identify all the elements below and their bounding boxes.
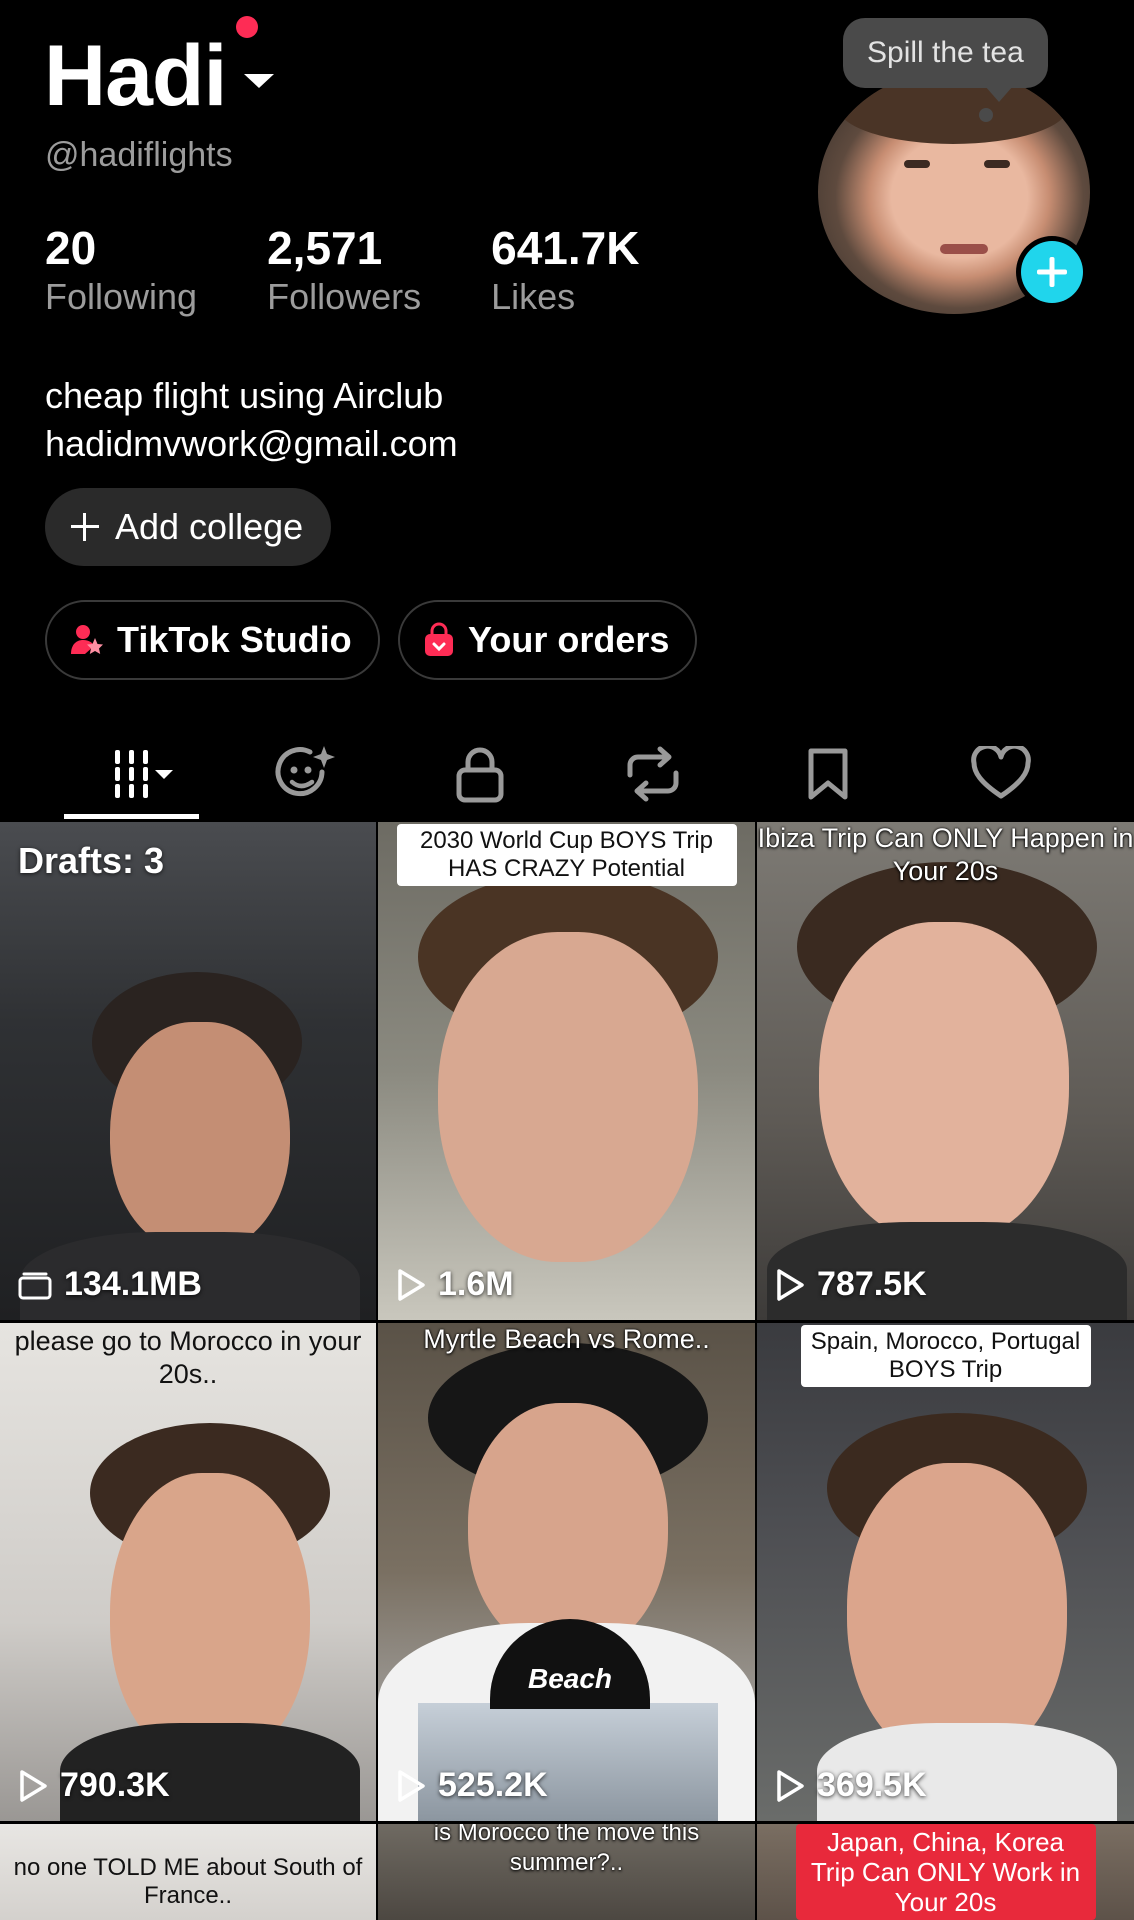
tab-reposts[interactable]	[603, 726, 703, 822]
thumb-face	[110, 1022, 290, 1252]
video-caption: no one TOLD ME about South of France..	[13, 1854, 363, 1909]
profile-name[interactable]: Hadi	[44, 26, 227, 126]
stat-likes-label: Likes	[491, 276, 576, 317]
video-tile[interactable]: is Morocco the move this summer?..	[378, 1824, 755, 1920]
thumb-face	[468, 1403, 668, 1653]
shopping-bag-icon	[425, 622, 453, 656]
drafts-label: Drafts: 3	[18, 840, 165, 881]
view-count-value: 790.3K	[60, 1766, 170, 1804]
video-caption: please go to Morocco in your 20s..	[14, 1326, 362, 1389]
video-tile[interactable]: Ibiza Trip Can ONLY Happen in Your 20s 7…	[757, 822, 1134, 1320]
tooltip-dot	[979, 108, 993, 122]
play-icon	[398, 1769, 425, 1802]
view-count-value: 369.5K	[817, 1766, 927, 1804]
view-count-value: 1.6M	[438, 1265, 514, 1303]
view-count-value: 787.5K	[817, 1265, 927, 1303]
video-caption-text: 2030 World Cup BOYS Trip HAS CRAZY Poten…	[396, 824, 737, 886]
tab-face[interactable]	[256, 726, 356, 822]
grid-icon	[114, 750, 173, 798]
bookmark-icon	[808, 748, 848, 800]
video-caption: Spain, Morocco, Portugal BOYS Trip	[757, 1325, 1134, 1387]
draft-size-value: 134.1MB	[64, 1265, 202, 1303]
profile-name-row[interactable]: Hadi	[44, 26, 275, 126]
profile-tabs	[0, 726, 1134, 822]
view-count-value: 525.2K	[438, 1766, 548, 1804]
avatar-container[interactable]	[818, 70, 1090, 314]
video-tile[interactable]: 2030 World Cup BOYS Trip HAS CRAZY Poten…	[378, 822, 755, 1320]
video-tile[interactable]: Japan, China, Korea Trip Can ONLY Work i…	[757, 1824, 1134, 1920]
stat-following[interactable]: 20 Following	[45, 222, 197, 320]
video-caption: Japan, China, Korea Trip Can ONLY Work i…	[757, 1824, 1134, 1920]
stat-following-label: Following	[45, 276, 198, 317]
add-story-button[interactable]	[1016, 236, 1088, 308]
play-icon	[777, 1769, 804, 1802]
profile-stats: 20 Following 2,571 Followers 641.7K Like…	[45, 222, 709, 320]
stat-followers-value: 2,571	[267, 222, 383, 274]
play-icon	[20, 1769, 47, 1802]
lock-icon	[456, 747, 504, 803]
profile-handle: @hadiflights	[45, 136, 233, 174]
bio-email[interactable]: hadidmvwork@gmail.com	[45, 420, 458, 468]
tab-favorites[interactable]	[778, 726, 878, 822]
view-count: 369.5K	[775, 1766, 927, 1805]
video-tile[interactable]: no one TOLD ME about South of France..	[0, 1824, 376, 1920]
profile-bio: cheap flight using Airclub hadidmvwork@g…	[45, 372, 458, 468]
active-tab-indicator	[64, 814, 199, 819]
drafts-tile[interactable]: Drafts: 3 134.1MB	[0, 822, 376, 1320]
face-sparkle-icon	[275, 746, 335, 797]
studio-icon	[71, 625, 103, 654]
video-caption-text: Spain, Morocco, Portugal BOYS Trip	[800, 1325, 1091, 1387]
tab-liked[interactable]	[951, 726, 1051, 822]
view-count: 525.2K	[396, 1766, 548, 1805]
video-caption-text: Japan, China, Korea Trip Can ONLY Work i…	[795, 1824, 1096, 1920]
thumb-face	[110, 1473, 310, 1763]
video-caption: Ibiza Trip Can ONLY Happen in Your 20s	[757, 823, 1134, 886]
heart-icon	[971, 746, 1031, 799]
studio-label: TikTok Studio	[117, 619, 352, 660]
video-tile[interactable]: please go to Morocco in your 20s.. 790.3…	[0, 1323, 376, 1821]
your-orders-button[interactable]: Your orders	[398, 600, 698, 680]
orders-label: Your orders	[468, 619, 670, 660]
video-caption: 2030 World Cup BOYS Trip HAS CRAZY Poten…	[378, 824, 755, 886]
thumb-face	[819, 922, 1069, 1242]
view-count: 790.3K	[18, 1766, 170, 1805]
view-count: 787.5K	[775, 1265, 927, 1304]
chevron-down-icon[interactable]	[244, 74, 275, 88]
tiktok-studio-button[interactable]: TikTok Studio	[45, 600, 380, 680]
stat-following-value: 20	[45, 222, 97, 274]
repost-icon	[627, 746, 679, 802]
stat-followers[interactable]: 2,571 Followers	[267, 222, 421, 320]
avatar-eye	[904, 160, 930, 168]
video-caption: Myrtle Beach vs Rome..	[423, 1324, 710, 1354]
video-tile[interactable]: Beach Myrtle Beach vs Rome.. 525.2K	[378, 1323, 755, 1821]
bio-line-1: cheap flight using Airclub	[45, 375, 444, 416]
spill-tea-tooltip[interactable]: Spill the tea	[843, 18, 1048, 88]
thumb-face	[847, 1463, 1067, 1763]
tab-private[interactable]	[430, 726, 530, 822]
tab-videos[interactable]	[64, 726, 199, 822]
stat-likes-value: 641.7K	[491, 222, 640, 274]
plus-icon	[1021, 241, 1083, 303]
thumb-face	[438, 932, 698, 1262]
view-count: 1.6M	[396, 1265, 514, 1304]
add-college-button[interactable]: Add college	[45, 488, 332, 566]
stat-followers-label: Followers	[267, 276, 422, 317]
video-grid: Drafts: 3 134.1MB 2030 World Cup BOYS Tr…	[0, 822, 1134, 1920]
avatar-mouth	[940, 244, 988, 254]
add-college-label: Add college	[115, 506, 304, 547]
play-icon	[398, 1268, 425, 1301]
play-icon	[777, 1268, 804, 1301]
stat-likes[interactable]: 641.7K Likes	[491, 222, 639, 320]
draft-size: 134.1MB	[18, 1265, 202, 1304]
drafts-folder-icon	[18, 1272, 52, 1299]
plus-icon	[71, 513, 99, 541]
notification-dot	[236, 16, 258, 38]
video-tile[interactable]: Spain, Morocco, Portugal BOYS Trip 369.5…	[757, 1323, 1134, 1821]
video-caption: is Morocco the move this summer?..	[433, 1824, 700, 1876]
tooltip-tail	[985, 86, 1013, 102]
avatar-eye	[984, 160, 1010, 168]
